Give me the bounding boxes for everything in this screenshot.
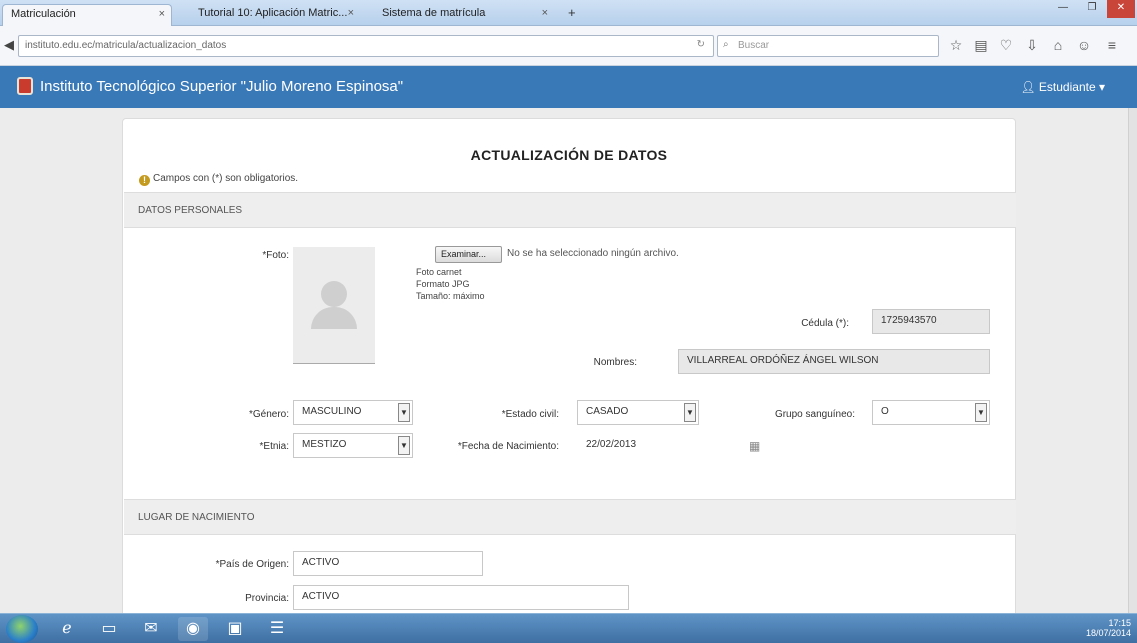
clock-time[interactable]: 17:15 — [1086, 618, 1131, 628]
close-tab-icon[interactable]: × — [542, 7, 548, 19]
document-icon[interactable]: ☰ — [262, 617, 292, 641]
bookmark-star-icon[interactable]: ☆ — [948, 37, 964, 53]
dropdown-arrow-icon: ▼ — [398, 403, 410, 422]
tab-tutorial[interactable]: Tutorial 10: Aplicación Matric... × — [190, 4, 360, 26]
download-icon[interactable]: ⇩ — [1024, 37, 1040, 53]
genero-label: *Género: — [248, 409, 289, 420]
system-tray: 17:15 18/07/2014 — [1086, 618, 1131, 638]
calendar-icon[interactable]: ▦ — [749, 439, 760, 453]
ie-icon[interactable]: ℯ — [52, 617, 82, 641]
fecha-nacimiento-field[interactable]: 22/02/2013 — [577, 433, 757, 458]
tab-label: Sistema de matrícula — [382, 7, 486, 19]
nombres-label: Nombres: — [593, 357, 637, 368]
cedula-field[interactable]: 1725943570 — [872, 309, 990, 334]
home-icon[interactable]: ⌂ — [1050, 37, 1066, 53]
tab-matriculacion[interactable]: Matriculación × — [2, 4, 172, 26]
dropdown-arrow-icon: ▼ — [975, 403, 987, 422]
app-icon[interactable]: ▣ — [220, 617, 250, 641]
photo-hint: Formato JPG — [416, 279, 470, 289]
clock-date[interactable]: 18/07/2014 — [1086, 628, 1131, 638]
reading-list-icon[interactable]: ▤ — [973, 37, 989, 53]
menu-icon[interactable]: ≡ — [1104, 37, 1120, 53]
maximize-window-button[interactable]: ❐ — [1078, 0, 1106, 18]
cedula-label: Cédula (*): — [801, 318, 849, 329]
file-explorer-icon[interactable]: ▭ — [94, 617, 124, 641]
info-icon: ! — [139, 175, 150, 186]
dropdown-arrow-icon: ▼ — [398, 436, 410, 455]
etnia-label: *Etnia: — [259, 441, 289, 452]
provincia-field[interactable]: ACTIVO — [293, 585, 629, 610]
close-tab-icon[interactable]: × — [348, 7, 354, 19]
photo-label: *Foto: — [262, 250, 289, 261]
file-status-text: No se ha seleccionado ningún archivo. — [507, 248, 679, 259]
etnia-select[interactable]: MESTIZO ▼ — [293, 433, 413, 458]
search-placeholder: Buscar — [738, 40, 770, 51]
firefox-icon[interactable]: ◉ — [178, 617, 208, 641]
section-personal-data: DATOS PERSONALES — [124, 192, 1016, 228]
photo-hint: Tamaño: máximo — [416, 291, 485, 301]
provincia-label: Provincia: — [245, 593, 289, 604]
chat-icon[interactable]: ☺ — [1076, 37, 1092, 53]
page-scrollbar[interactable] — [1128, 108, 1137, 613]
user-icon: 👤︎ — [1020, 80, 1036, 94]
user-menu[interactable]: 👤︎ Estudiante ▾ — [1020, 80, 1105, 94]
pais-field[interactable]: ACTIVO — [293, 551, 483, 576]
estado-civil-label: *Estado civil: — [501, 409, 559, 420]
back-arrow-icon[interactable]: ◀ — [4, 37, 14, 53]
grupo-sanguineo-label: Grupo sanguíneo: — [774, 409, 855, 420]
browser-tab-bar: Matriculación × Tutorial 10: Aplicación … — [0, 0, 1137, 26]
tab-sistema[interactable]: Sistema de matrícula × — [374, 4, 554, 26]
pocket-icon[interactable]: ♡ — [998, 37, 1014, 53]
avatar-head-icon — [321, 281, 347, 307]
pais-label: *País de Origen: — [215, 559, 289, 570]
photo-hint: Foto carnet — [416, 267, 462, 277]
search-input[interactable]: ⌕ Buscar — [717, 35, 939, 57]
new-tab-button[interactable]: + — [568, 5, 576, 20]
grupo-sanguineo-select[interactable]: O ▼ — [872, 400, 990, 425]
required-fields-note: ! Campos con (*) son obligatorios. — [139, 173, 298, 186]
user-menu-label: Estudiante ▾ — [1038, 80, 1105, 94]
close-window-button[interactable]: ✕ — [1107, 0, 1135, 18]
nombres-field[interactable]: VILLARREAL ORDÓÑEZ ÁNGEL WILSON — [678, 349, 990, 374]
tab-label: Tutorial 10: Aplicación Matric... — [198, 7, 348, 19]
minimize-window-button[interactable]: — — [1049, 0, 1077, 18]
start-button[interactable] — [6, 615, 38, 643]
avatar-body-icon — [311, 307, 357, 329]
section-birth-place: LUGAR DE NACIMIENTO — [124, 499, 1016, 535]
genero-select[interactable]: MASCULINO ▼ — [293, 400, 413, 425]
institute-logo — [17, 77, 33, 95]
photo-placeholder — [293, 247, 375, 364]
windows-taskbar: ℯ ▭ ✉ ◉ ▣ ☰ 17:15 18/07/2014 — [0, 613, 1137, 643]
url-bar[interactable]: instituto.edu.ec/matricula/actualizacion… — [18, 35, 714, 57]
url-text: instituto.edu.ec/matricula/actualizacion… — [25, 40, 227, 51]
page-content: ACTUALIZACIÓN DE DATOS ! Campos con (*) s… — [0, 108, 1137, 613]
fecha-nacimiento-label: *Fecha de Nacimiento: — [457, 441, 559, 452]
dropdown-arrow-icon: ▼ — [684, 403, 696, 422]
reload-icon[interactable]: ↻ — [697, 39, 705, 50]
search-icon: ⌕ — [723, 39, 729, 50]
form-title: ACTUALIZACIÓN DE DATOS — [470, 147, 668, 163]
update-form-panel: ACTUALIZACIÓN DE DATOS ! Campos con (*) s… — [122, 118, 1016, 613]
estado-civil-select[interactable]: CASADO ▼ — [577, 400, 699, 425]
tab-label: Matriculación — [11, 8, 76, 20]
outlook-icon[interactable]: ✉ — [136, 617, 166, 641]
site-header: Instituto Tecnológico Superior "Julio Mo… — [0, 66, 1137, 108]
site-title[interactable]: Instituto Tecnológico Superior "Julio Mo… — [40, 78, 403, 95]
close-tab-icon[interactable]: × — [159, 8, 165, 20]
browser-nav-bar: ◀ instituto.edu.ec/matricula/actualizaci… — [0, 26, 1137, 66]
browse-file-button[interactable]: Examinar... — [435, 246, 502, 263]
